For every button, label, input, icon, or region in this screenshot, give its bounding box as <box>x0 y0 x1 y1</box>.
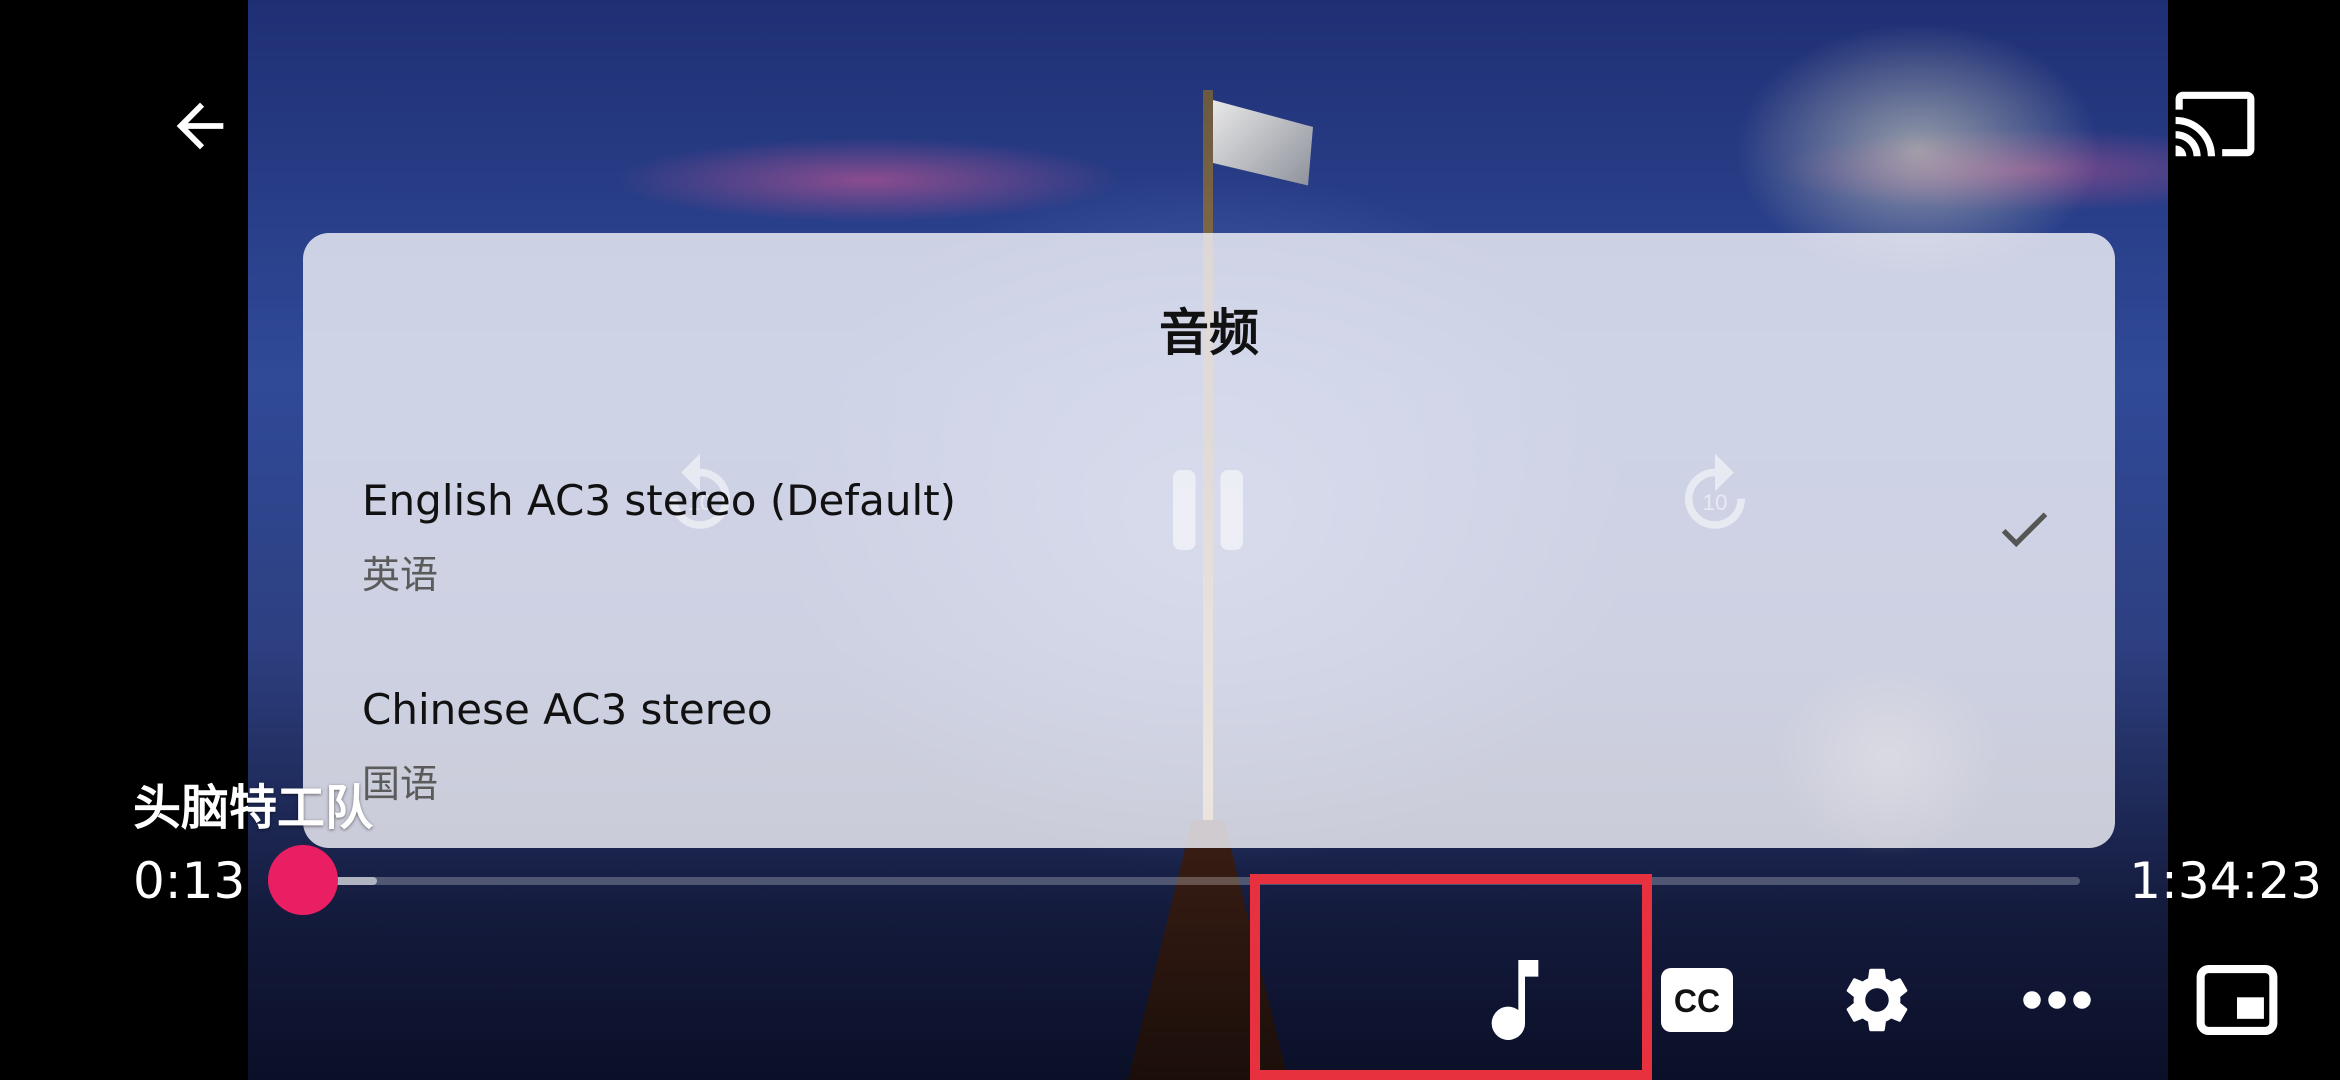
more-horizontal-icon <box>2023 991 2091 1009</box>
seek-bar[interactable] <box>268 845 2080 915</box>
track-language: 国语 <box>362 762 439 806</box>
video-title: 头脑特工队 <box>133 780 374 836</box>
gear-icon <box>1846 968 1908 1032</box>
dialog-title: 音频 <box>1159 304 1259 362</box>
audio-track-chinese[interactable]: Chinese AC3 stereo 国语 <box>303 667 2115 857</box>
track-language: 英语 <box>362 553 439 597</box>
settings-button[interactable] <box>1832 955 1922 1045</box>
audio-track-english[interactable]: English AC3 stereo (Default) 英语 <box>303 458 2115 648</box>
cast-button[interactable] <box>2170 84 2260 164</box>
flag-image <box>1213 100 1313 186</box>
seek-thumb[interactable] <box>268 845 338 915</box>
closed-captions-icon: CC <box>1661 968 1733 1032</box>
cc-label: CC <box>1674 983 1720 1019</box>
pip-button[interactable] <box>2192 955 2282 1045</box>
audio-track-dialog: 音频 10 10 English AC3 stereo (Default) 英语… <box>303 233 2115 848</box>
cast-icon <box>2175 91 2255 157</box>
track-name: English AC3 stereo (Default) <box>362 476 957 525</box>
more-button[interactable] <box>2012 955 2102 1045</box>
track-name: Chinese AC3 stereo <box>362 685 773 734</box>
back-button[interactable] <box>160 86 240 166</box>
check-icon <box>2001 512 2048 548</box>
arrow-back-icon <box>176 102 224 150</box>
picture-in-picture-icon <box>2196 965 2278 1035</box>
captions-button[interactable]: CC <box>1652 955 1742 1045</box>
highlight-box <box>1250 874 1652 1080</box>
total-time: 1:34:23 <box>2129 852 2322 910</box>
current-time: 0:13 <box>133 852 246 910</box>
